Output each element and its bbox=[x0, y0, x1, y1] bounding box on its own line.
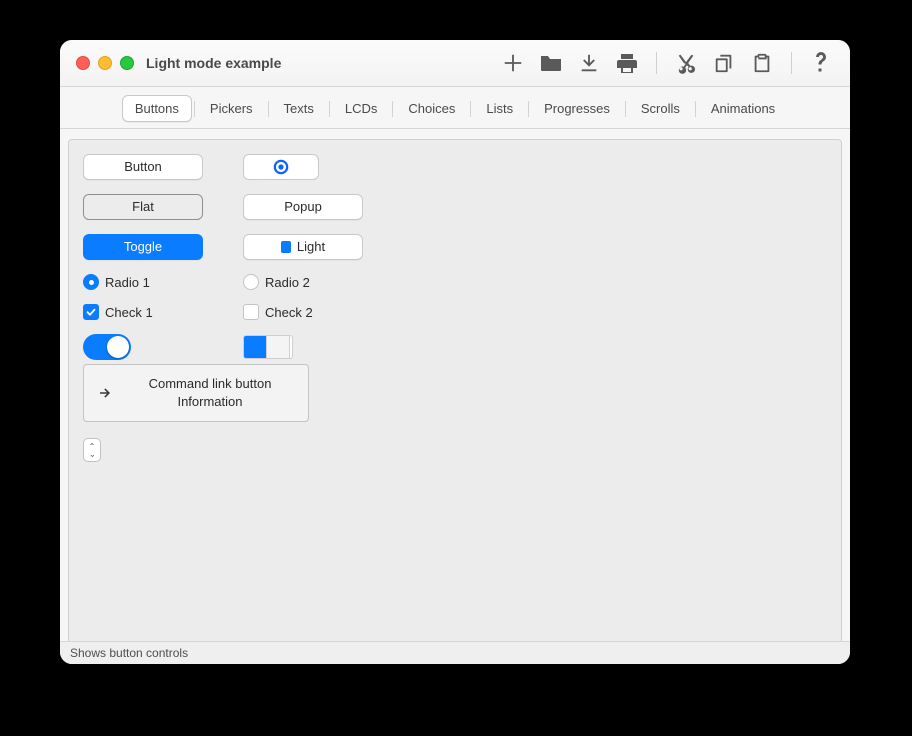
download-icon[interactable] bbox=[576, 50, 602, 76]
qt-switch[interactable] bbox=[243, 335, 293, 359]
tool-button-record[interactable] bbox=[243, 154, 319, 180]
zoom-window-button[interactable] bbox=[120, 56, 134, 70]
radio-indicator-icon bbox=[243, 274, 259, 290]
tab-pickers[interactable]: Pickers bbox=[197, 95, 266, 122]
arrow-right-icon bbox=[96, 384, 114, 402]
tab-progresses[interactable]: Progresses bbox=[531, 95, 623, 122]
toggle-button[interactable]: Toggle bbox=[83, 234, 203, 260]
tab-bar: Buttons Pickers Texts LCDs Choices Lists… bbox=[60, 87, 850, 129]
close-window-button[interactable] bbox=[76, 56, 90, 70]
print-icon[interactable] bbox=[614, 50, 640, 76]
popup-button[interactable]: Popup bbox=[243, 194, 363, 220]
switch-knob bbox=[107, 336, 129, 358]
status-text: Shows button controls bbox=[70, 646, 188, 660]
tab-lists[interactable]: Lists bbox=[473, 95, 526, 122]
checkbox-indicator-icon bbox=[83, 304, 99, 320]
light-indicator-icon bbox=[281, 241, 291, 253]
copy-icon[interactable] bbox=[711, 50, 737, 76]
flat-button[interactable]: Flat bbox=[83, 194, 203, 220]
window-controls bbox=[76, 56, 134, 70]
paste-icon[interactable] bbox=[749, 50, 775, 76]
stepper-control[interactable]: ⌃ ⌃ bbox=[83, 438, 101, 462]
tab-choices[interactable]: Choices bbox=[395, 95, 468, 122]
help-icon[interactable] bbox=[808, 50, 834, 76]
check-2[interactable]: Check 2 bbox=[243, 304, 363, 320]
light-toggle-button[interactable]: Light bbox=[243, 234, 363, 260]
checkbox-indicator-icon bbox=[243, 304, 259, 320]
titlebar: Light mode example bbox=[60, 40, 850, 87]
radio-indicator-icon bbox=[83, 274, 99, 290]
command-link-subtitle: Information bbox=[177, 394, 242, 409]
toolbar-separator bbox=[791, 52, 792, 74]
tab-lcds[interactable]: LCDs bbox=[332, 95, 391, 122]
radio-1[interactable]: Radio 1 bbox=[83, 274, 203, 290]
window-title: Light mode example bbox=[146, 55, 281, 71]
minimize-window-button[interactable] bbox=[98, 56, 112, 70]
radio-2[interactable]: Radio 2 bbox=[243, 274, 363, 290]
mac-switch[interactable] bbox=[83, 334, 131, 360]
tab-buttons[interactable]: Buttons bbox=[122, 95, 192, 122]
tab-texts[interactable]: Texts bbox=[271, 95, 327, 122]
switch-knob bbox=[266, 336, 290, 358]
toolbar-separator bbox=[656, 52, 657, 74]
tab-animations[interactable]: Animations bbox=[698, 95, 788, 122]
folder-icon[interactable] bbox=[538, 50, 564, 76]
tab-scrolls[interactable]: Scrolls bbox=[628, 95, 693, 122]
status-bar: Shows button controls bbox=[60, 641, 850, 664]
cut-icon[interactable] bbox=[673, 50, 699, 76]
content-panel: Button Flat Popup Toggle Light Radio 1 bbox=[68, 139, 842, 664]
app-window: Light mode example bbox=[60, 40, 850, 664]
command-link-title: Command link button bbox=[149, 376, 272, 391]
check-1[interactable]: Check 1 bbox=[83, 304, 203, 320]
push-button[interactable]: Button bbox=[83, 154, 203, 180]
command-link-button[interactable]: Command link button Information bbox=[83, 364, 309, 422]
add-icon[interactable] bbox=[500, 50, 526, 76]
chevron-down-icon: ⌃ bbox=[89, 450, 96, 457]
toolbar bbox=[500, 50, 834, 76]
